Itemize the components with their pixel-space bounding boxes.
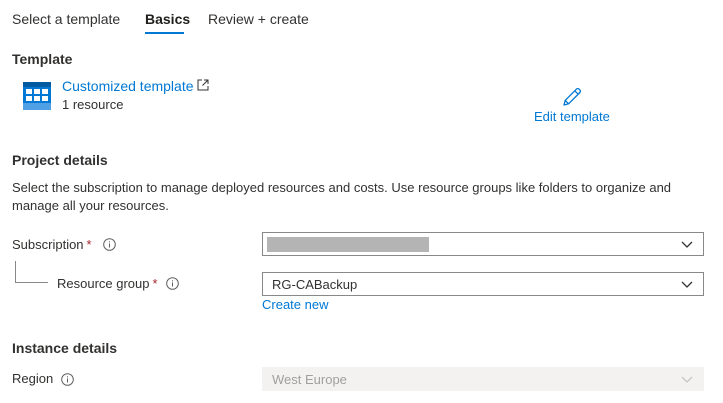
region-dropdown: West Europe: [262, 367, 704, 391]
resource-group-label: Resource group *: [57, 276, 158, 291]
template-section-title: Template: [12, 51, 73, 67]
subscription-dropdown[interactable]: [262, 232, 704, 256]
chevron-down-icon: [681, 281, 693, 288]
resource-group-value: RG-CABackup: [272, 277, 358, 292]
tab-review-create[interactable]: Review + create: [208, 11, 309, 27]
active-tab-indicator: [145, 32, 184, 34]
resource-group-label-text: Resource group: [57, 276, 150, 291]
customized-template-link[interactable]: Customized template: [62, 78, 194, 94]
instance-details-title: Instance details: [12, 340, 118, 356]
tab-basics[interactable]: Basics: [145, 11, 190, 27]
redacted-subscription-value: [267, 237, 429, 252]
chevron-down-icon: [681, 376, 693, 383]
create-new-resource-group-link[interactable]: Create new: [262, 297, 328, 312]
pencil-icon[interactable]: [561, 86, 583, 108]
subscription-label-text: Subscription: [12, 237, 84, 252]
required-asterisk: *: [86, 237, 92, 252]
wizard-tabs: Select a template Basics Review + create: [0, 0, 723, 36]
region-label: Region: [12, 371, 54, 386]
external-link-icon[interactable]: [197, 79, 209, 91]
required-asterisk: *: [152, 276, 158, 291]
info-icon[interactable]: [61, 373, 74, 386]
subscription-label: Subscription *: [12, 237, 92, 252]
region-value: West Europe: [272, 372, 347, 387]
project-details-title: Project details: [12, 152, 108, 168]
chevron-down-icon: [681, 241, 693, 248]
project-details-description: Select the subscription to manage deploy…: [12, 180, 672, 213]
resource-count: 1 resource: [62, 97, 124, 112]
resource-group-dropdown[interactable]: RG-CABackup: [262, 272, 704, 296]
tab-select-template[interactable]: Select a template: [12, 11, 120, 27]
hierarchy-connector: [15, 261, 48, 283]
edit-template-link[interactable]: Edit template: [534, 109, 610, 124]
template-grid-icon: [23, 82, 51, 110]
info-icon[interactable]: [166, 277, 179, 290]
info-icon[interactable]: [103, 238, 116, 251]
